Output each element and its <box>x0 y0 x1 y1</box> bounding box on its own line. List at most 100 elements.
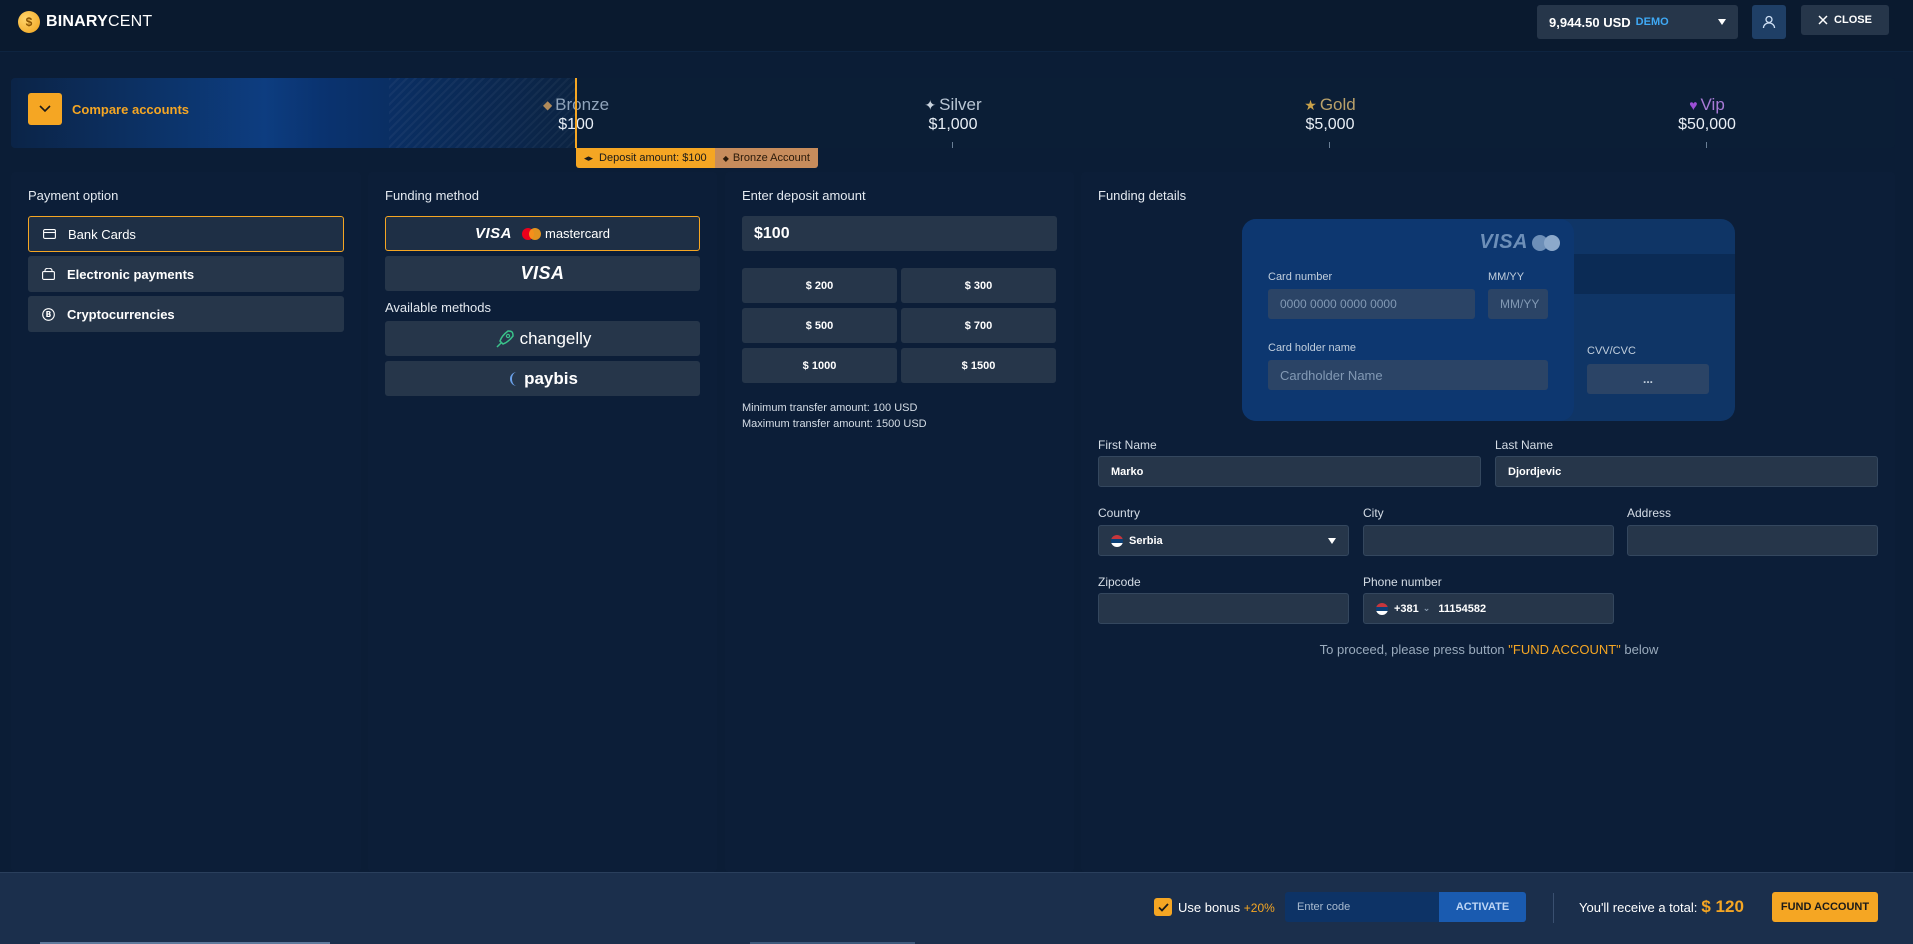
card-number-label: Card number <box>1268 271 1333 283</box>
card-preview: VISA Card number 0000 0000 0000 0000 MM/… <box>1242 219 1735 421</box>
wallet-icon <box>42 268 55 280</box>
logo[interactable]: $ BINARYCENT <box>18 11 152 33</box>
arrows-icon: ◂▸ <box>584 152 594 163</box>
total-label: You'll receive a total: <box>1579 900 1698 915</box>
preset-1500-button[interactable]: $ 1500 <box>901 348 1056 383</box>
balance-dropdown[interactable]: 9,944.50 USD DEMO <box>1537 5 1738 39</box>
star-icon: ★ <box>1304 96 1317 113</box>
visa-logo: VISA <box>520 263 565 283</box>
method-visa-mastercard[interactable]: VISA mastercard <box>385 216 700 251</box>
bitcoin-icon: B <box>42 307 55 321</box>
address-input[interactable] <box>1627 525 1878 556</box>
tier-gold-value: $5,000 <box>1305 116 1355 133</box>
deposit-amount-panel: Enter deposit amount $100 $ 200 $ 300 $ … <box>725 172 1074 872</box>
fund-account-button[interactable]: FUND ACCOUNT <box>1772 892 1878 922</box>
option-electronic-payments[interactable]: Electronic payments <box>28 256 344 292</box>
visa-logo: VISA <box>474 225 512 242</box>
serbia-flag-icon <box>1376 602 1388 615</box>
proceed-hint: To proceed, please press button "FUND AC… <box>1319 642 1659 657</box>
tier-silver-value: $1,000 <box>928 116 978 133</box>
amount-presets: $ 200 $ 300 $ 500 $ 700 $ 1000 $ 1500 <box>742 268 1057 383</box>
address-label: Address <box>1627 506 1672 520</box>
transfer-limits: Minimum transfer amount: 100 USD Maximum… <box>742 400 1057 432</box>
tier-vip-value: $50,000 <box>1678 116 1736 133</box>
expiry-label: MM/YY <box>1488 271 1525 283</box>
caret-down-icon <box>1328 538 1336 544</box>
expiry-input[interactable]: MM/YY <box>1488 289 1548 319</box>
phone-label: Phone number <box>1363 575 1442 589</box>
method-visa[interactable]: VISA <box>385 256 700 291</box>
method-paybis[interactable]: paybis <box>385 361 700 396</box>
panel-title: Funding details <box>1098 188 1187 203</box>
min-transfer-text: Minimum transfer amount: 100 USD <box>742 402 918 414</box>
user-icon <box>1762 15 1776 29</box>
account-tag-label: Bronze Account <box>732 152 810 164</box>
check-icon <box>1157 902 1169 912</box>
use-bonus-label: Use bonus +20% <box>1178 900 1275 915</box>
diamond-icon: ◆ <box>722 153 729 163</box>
card-holder-input[interactable]: Cardholder Name <box>1268 360 1548 390</box>
preset-700-button[interactable]: $ 700 <box>901 308 1056 343</box>
last-name-input[interactable]: Djordjevic <box>1495 456 1878 487</box>
close-label: CLOSE <box>1834 14 1872 26</box>
funding-method-panel: Funding method VISA mastercard VISA Avai… <box>368 172 717 872</box>
option-label: Bank Cards <box>68 226 136 242</box>
zipcode-input[interactable] <box>1098 593 1349 624</box>
method-changelly[interactable]: changelly <box>385 321 700 356</box>
panel-title: Enter deposit amount <box>742 188 866 203</box>
total-summary: You'll receive a total: $ 120 <box>1579 897 1744 917</box>
promo-code-input[interactable]: Enter code <box>1285 892 1439 922</box>
changelly-label: changelly <box>519 328 592 348</box>
first-name-label: First Name <box>1098 438 1157 452</box>
option-bank-cards[interactable]: Bank Cards <box>28 216 344 252</box>
close-button[interactable]: CLOSE <box>1801 5 1889 35</box>
heart-icon: ♥ <box>1689 97 1698 113</box>
panel-title: Payment option <box>28 188 119 203</box>
bonus-percent: +20% <box>1243 901 1275 915</box>
country-label: Country <box>1098 506 1141 520</box>
diamond-icon: ◆ <box>542 98 553 112</box>
chevron-down-icon: ⌄ <box>1422 603 1431 613</box>
deposit-tag: ◂▸ Deposit amount: $100 ◆ Bronze Account <box>576 148 818 168</box>
first-name-input[interactable]: Marko <box>1098 456 1481 487</box>
city-input[interactable] <box>1363 525 1614 556</box>
card-holder-label: Card holder name <box>1268 342 1357 354</box>
logo-text: BINARYCENT <box>46 13 153 30</box>
paybis-label: paybis <box>524 368 578 388</box>
preset-500-button[interactable]: $ 500 <box>742 308 897 343</box>
preset-200-button[interactable]: $ 200 <box>742 268 897 303</box>
svg-text:B: B <box>46 310 52 319</box>
phone-code-select[interactable]: +381 <box>1394 603 1419 615</box>
profile-button[interactable] <box>1752 5 1786 39</box>
phone-value: 11154582 <box>1438 602 1487 615</box>
coin-icon: $ <box>18 11 40 33</box>
option-cryptocurrencies[interactable]: B Cryptocurrencies <box>28 296 344 332</box>
tier-position-marker <box>575 78 577 148</box>
phone-input[interactable]: +381 ⌄ 11154582 <box>1363 593 1614 624</box>
use-bonus-checkbox[interactable] <box>1154 898 1172 916</box>
preset-300-button[interactable]: $ 300 <box>901 268 1056 303</box>
balance-value: 9,944.50 USD <box>1549 14 1631 30</box>
card-number-input[interactable]: 0000 0000 0000 0000 <box>1268 289 1475 319</box>
option-label: Electronic payments <box>67 266 195 282</box>
deposit-amount-input[interactable]: $100 <box>742 216 1057 251</box>
tier-vip: ♥ Vip $50,000 <box>1647 95 1767 148</box>
compare-accounts-label[interactable]: Compare accounts <box>72 102 189 117</box>
compare-accounts-button[interactable] <box>28 93 62 125</box>
city-label: City <box>1363 506 1384 520</box>
available-methods-title: Available methods <box>385 300 491 315</box>
close-icon <box>1818 15 1828 25</box>
deposit-tag-label: Deposit amount: $100 <box>599 152 707 164</box>
top-header: $ BINARYCENT 9,944.50 USD DEMO CLOSE <box>0 0 1913 52</box>
tier-gold: ★ Gold $5,000 <box>1270 95 1390 148</box>
cvv-input[interactable]: ... <box>1587 364 1709 394</box>
activate-button[interactable]: ACTIVATE <box>1439 892 1526 922</box>
preset-1000-button[interactable]: $ 1000 <box>742 348 897 383</box>
max-transfer-text: Maximum transfer amount: 1500 USD <box>742 418 927 430</box>
account-mode-badge: DEMO <box>1635 16 1669 28</box>
country-select[interactable]: Serbia <box>1098 525 1349 556</box>
serbia-flag-icon <box>1111 534 1123 547</box>
footer-divider <box>1553 893 1554 923</box>
sparkle-icon: ✦ <box>924 96 937 113</box>
account-tier-bar: Compare accounts ◆Bronze $100 ✦Silver $1… <box>11 78 1895 148</box>
